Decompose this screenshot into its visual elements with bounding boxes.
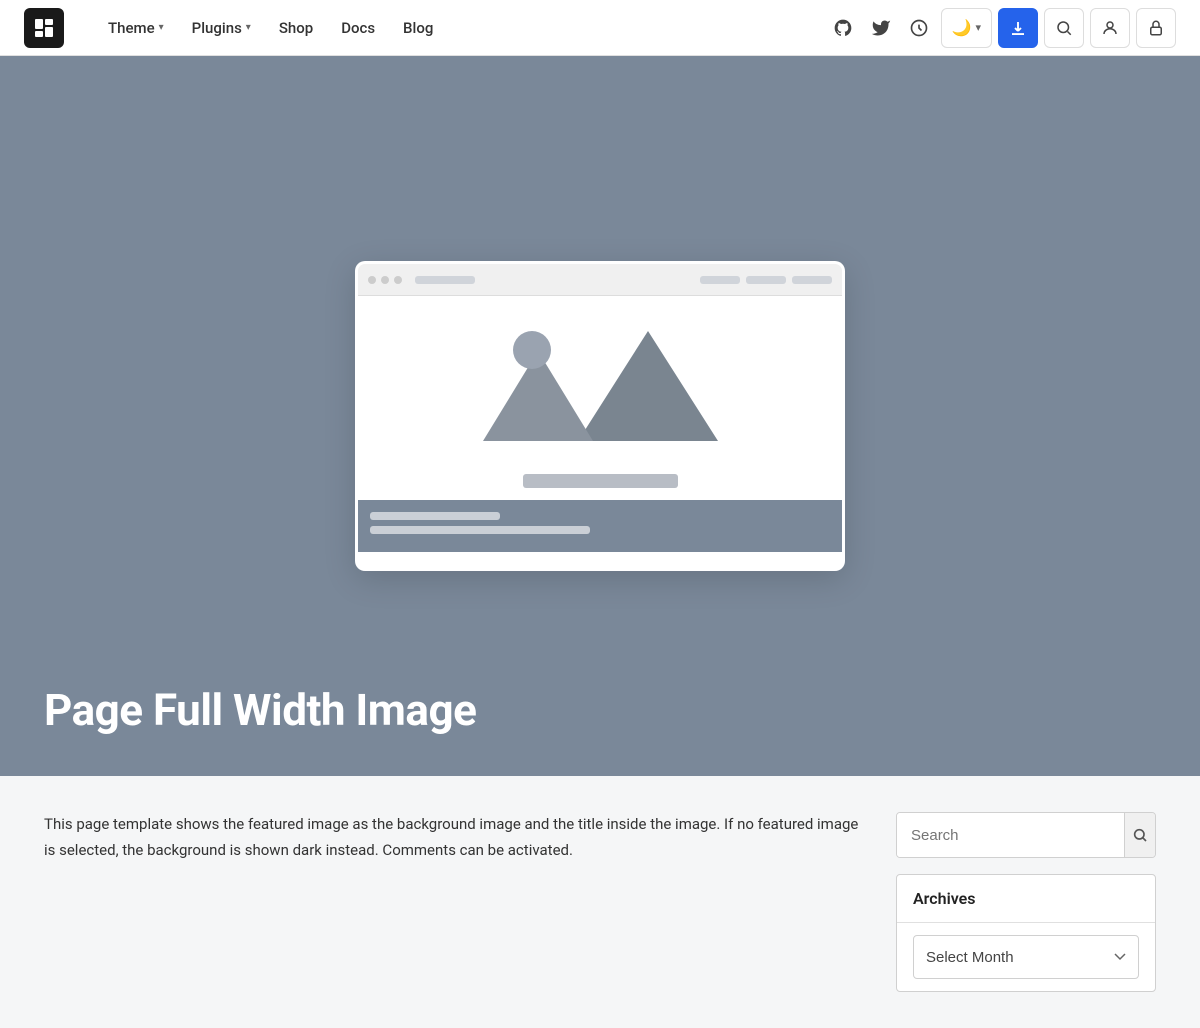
mockup-bar — [746, 276, 786, 284]
search-icon — [1132, 827, 1148, 843]
lock-button[interactable] — [1136, 8, 1176, 48]
mockup-dot-3 — [394, 276, 402, 284]
content-area: This page template shows the featured im… — [0, 776, 1200, 1028]
body-text: This page template shows the featured im… — [44, 812, 864, 863]
mockup-content-bar — [523, 474, 678, 488]
github-icon[interactable] — [827, 12, 859, 44]
placeholder-mountain-right — [578, 331, 718, 441]
logo-icon — [32, 16, 56, 40]
archives-select-wrap: Select Month January 2024 February 2024 … — [897, 923, 1155, 991]
chevron-down-icon: ▾ — [975, 21, 981, 34]
hero-mockup — [355, 261, 845, 571]
mockup-bar — [415, 276, 475, 284]
twitter-icon[interactable] — [865, 12, 897, 44]
search-widget — [896, 812, 1156, 858]
user-button[interactable] — [1090, 8, 1130, 48]
nav-actions: 🌙 ▾ — [827, 8, 1176, 48]
nav-links: Theme ▾ Plugins ▾ Shop Docs Blog — [96, 13, 827, 43]
mockup-dot-1 — [368, 276, 376, 284]
archives-select[interactable]: Select Month January 2024 February 2024 … — [913, 935, 1139, 979]
archives-title: Archives — [897, 875, 1155, 923]
theme-toggle[interactable]: 🌙 ▾ — [941, 8, 992, 48]
nav-theme[interactable]: Theme ▾ — [96, 13, 176, 43]
sidebar: Archives Select Month January 2024 Febru… — [896, 812, 1156, 992]
search-submit-button[interactable] — [1124, 813, 1155, 857]
search-button[interactable] — [1044, 8, 1084, 48]
mockup-footer-bar-2 — [370, 526, 590, 534]
mockup-bar — [700, 276, 740, 284]
nav-plugins[interactable]: Plugins ▾ — [180, 13, 263, 43]
main-content: This page template shows the featured im… — [44, 812, 864, 992]
site-logo[interactable] — [24, 8, 64, 48]
spacer — [481, 276, 694, 284]
mockup-image-area — [370, 306, 830, 466]
mockup-body — [358, 296, 842, 498]
mockup-footer-bar-1 — [370, 512, 500, 520]
search-input[interactable] — [897, 813, 1124, 857]
nav-blog[interactable]: Blog — [391, 13, 445, 43]
mockup-footer — [358, 500, 842, 552]
page-title: Page Full Width Image — [44, 684, 476, 736]
navbar: Theme ▾ Plugins ▾ Shop Docs Blog — [0, 0, 1200, 56]
placeholder-sun — [513, 331, 551, 369]
mockup-dot-2 — [381, 276, 389, 284]
refresh-icon[interactable] — [903, 12, 935, 44]
hero-section: Page Full Width Image — [0, 56, 1200, 776]
mockup-titlebar — [358, 264, 842, 296]
mockup-bar — [792, 276, 832, 284]
download-button[interactable] — [998, 8, 1038, 48]
chevron-down-icon: ▾ — [159, 22, 164, 33]
nav-docs[interactable]: Docs — [329, 13, 387, 43]
nav-shop[interactable]: Shop — [267, 13, 325, 43]
chevron-down-icon: ▾ — [246, 22, 251, 33]
archives-widget: Archives Select Month January 2024 Febru… — [896, 874, 1156, 992]
moon-icon: 🌙 — [952, 18, 972, 37]
